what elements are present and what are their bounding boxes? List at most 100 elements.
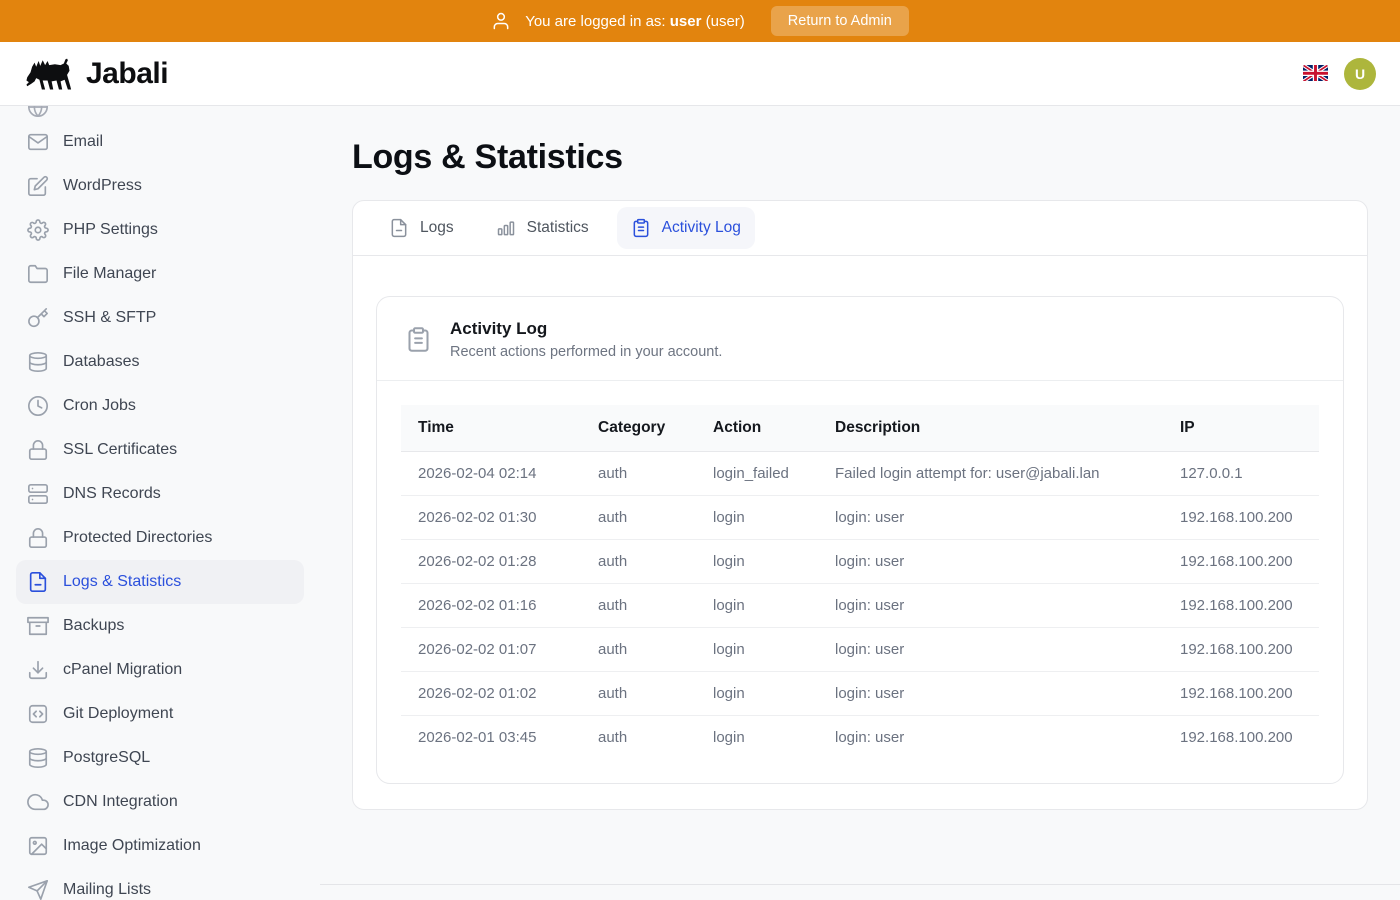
return-to-admin-button[interactable]: Return to Admin (771, 6, 909, 36)
user-avatar[interactable]: U (1344, 58, 1376, 90)
table-row: 2026-02-02 01:28authloginlogin: user192.… (401, 540, 1319, 584)
page-title: Logs & Statistics (352, 138, 1368, 177)
sidebar-item-label: Git Deployment (63, 705, 173, 723)
clipboard-icon (405, 326, 432, 353)
sidebar-item-ssh-sftp[interactable]: SSH & SFTP (16, 296, 304, 340)
folder-icon (27, 263, 49, 285)
table-cell: 192.168.100.200 (1163, 540, 1319, 584)
table-cell: 192.168.100.200 (1163, 496, 1319, 540)
database-icon (27, 747, 49, 769)
sidebar-item-label: Backups (63, 617, 124, 635)
impersonation-message: You are logged in as: user (user) (525, 13, 745, 30)
sidebar-item-databases[interactable]: Databases (16, 340, 304, 384)
table-cell: login (696, 716, 818, 760)
table-cell: auth (581, 584, 696, 628)
table-cell: 2026-02-02 01:16 (401, 584, 581, 628)
sidebar-item-email[interactable]: Email (16, 120, 304, 164)
sidebar-item-label: PostgreSQL (63, 749, 150, 767)
sidebar-item-image-optimization[interactable]: Image Optimization (16, 824, 304, 868)
table-row: 2026-02-04 02:14authlogin_failedFailed l… (401, 452, 1319, 496)
table-cell: 2026-02-01 03:45 (401, 716, 581, 760)
main-content: Logs & Statistics Logs Statistics Activity… (320, 106, 1400, 900)
mail-icon (27, 131, 49, 153)
tab-activity-log[interactable]: Activity Log (617, 207, 755, 249)
card-subtitle: Recent actions performed in your account… (450, 344, 722, 360)
table-cell: 2026-02-04 02:14 (401, 452, 581, 496)
sidebar-item-dns-records[interactable]: DNS Records (16, 472, 304, 516)
impersonation-banner: You are logged in as: user (user) Return… (0, 0, 1400, 42)
sidebar-item-postgresql[interactable]: PostgreSQL (16, 736, 304, 780)
table-cell: login: user (818, 716, 1163, 760)
tab-statistics[interactable]: Statistics (482, 207, 603, 249)
tab-logs[interactable]: Logs (375, 207, 468, 249)
table-cell: 192.168.100.200 (1163, 628, 1319, 672)
column-header-category: Category (581, 405, 696, 452)
tab-label: Statistics (527, 219, 589, 237)
sidebar-item-cpanel-migration[interactable]: cPanel Migration (16, 648, 304, 692)
file-text-icon (389, 218, 409, 238)
sidebar-item-ssl-certificates[interactable]: SSL Certificates (16, 428, 304, 472)
sidebar-item-label: SSL Certificates (63, 441, 177, 459)
table-cell: 2026-02-02 01:30 (401, 496, 581, 540)
sidebar-item-wordpress[interactable]: WordPress (16, 164, 304, 208)
sidebar-item-file-manager[interactable]: File Manager (16, 252, 304, 296)
table-row: 2026-02-02 01:30authloginlogin: user192.… (401, 496, 1319, 540)
table-cell: 192.168.100.200 (1163, 672, 1319, 716)
send-icon (27, 879, 49, 900)
sidebar-item-logs-statistics[interactable]: Logs & Statistics (16, 560, 304, 604)
sidebar-item-backups[interactable]: Backups (16, 604, 304, 648)
table-cell: auth (581, 496, 696, 540)
table-cell: login (696, 496, 818, 540)
sidebar-item-cron-jobs[interactable]: Cron Jobs (16, 384, 304, 428)
table-row: 2026-02-01 03:45authloginlogin: user192.… (401, 716, 1319, 760)
table-cell: auth (581, 452, 696, 496)
sidebar-item-label: cPanel Migration (63, 661, 182, 679)
sidebar-item-partial[interactable] (16, 106, 304, 120)
sidebar-item-mailing-lists[interactable]: Mailing Lists (16, 868, 304, 900)
table-cell: 192.168.100.200 (1163, 716, 1319, 760)
table-cell: 127.0.0.1 (1163, 452, 1319, 496)
sidebar-item-label: Image Optimization (63, 837, 201, 855)
card-title: Activity Log (450, 319, 722, 339)
sidebar-nav: EmailWordPress PHP Settings File Manager SS… (0, 106, 320, 900)
sidebar-item-label: SSH & SFTP (63, 309, 156, 327)
column-header-time: Time (401, 405, 581, 452)
lock-icon (27, 527, 49, 549)
clipboard-icon (631, 218, 651, 238)
file-text-icon (27, 571, 49, 593)
brand[interactable]: Jabali (24, 56, 168, 92)
table-cell: 2026-02-02 01:02 (401, 672, 581, 716)
table-cell: 192.168.100.200 (1163, 584, 1319, 628)
database-icon (27, 351, 49, 373)
table-cell: login: user (818, 584, 1163, 628)
table-cell: login: user (818, 672, 1163, 716)
table-cell: login (696, 672, 818, 716)
table-cell: login (696, 628, 818, 672)
table-cell: auth (581, 672, 696, 716)
sidebar-item-label: File Manager (63, 265, 156, 283)
sidebar-item-php-settings[interactable]: PHP Settings (16, 208, 304, 252)
sidebar-item-label: PHP Settings (63, 221, 158, 239)
sidebar-item-cdn-integration[interactable]: CDN Integration (16, 780, 304, 824)
impersonated-username: user (670, 13, 702, 30)
table-cell: 2026-02-02 01:28 (401, 540, 581, 584)
footer-divider (320, 884, 1400, 885)
server-icon (27, 483, 49, 505)
table-cell: login (696, 584, 818, 628)
table-cell: auth (581, 540, 696, 584)
sidebar-item-label: Protected Directories (63, 529, 212, 547)
sidebar-item-label: Mailing Lists (63, 881, 151, 899)
table-row: 2026-02-02 01:16authloginlogin: user192.… (401, 584, 1319, 628)
logs-panel: Logs Statistics Activity Log Activity Log … (352, 200, 1368, 810)
table-cell: Failed login attempt for: user@jabali.la… (818, 452, 1163, 496)
uk-flag-icon[interactable] (1303, 65, 1328, 83)
clock-icon (27, 395, 49, 417)
column-header-action: Action (696, 405, 818, 452)
sidebar-item-git-deployment[interactable]: Git Deployment (16, 692, 304, 736)
table-cell: auth (581, 716, 696, 760)
app-header: Jabali U (0, 42, 1400, 106)
card-header: Activity Log Recent actions performed in… (377, 297, 1343, 381)
sidebar-item-protected-directories[interactable]: Protected Directories (16, 516, 304, 560)
code-icon (27, 703, 49, 725)
archive-icon (27, 615, 49, 637)
